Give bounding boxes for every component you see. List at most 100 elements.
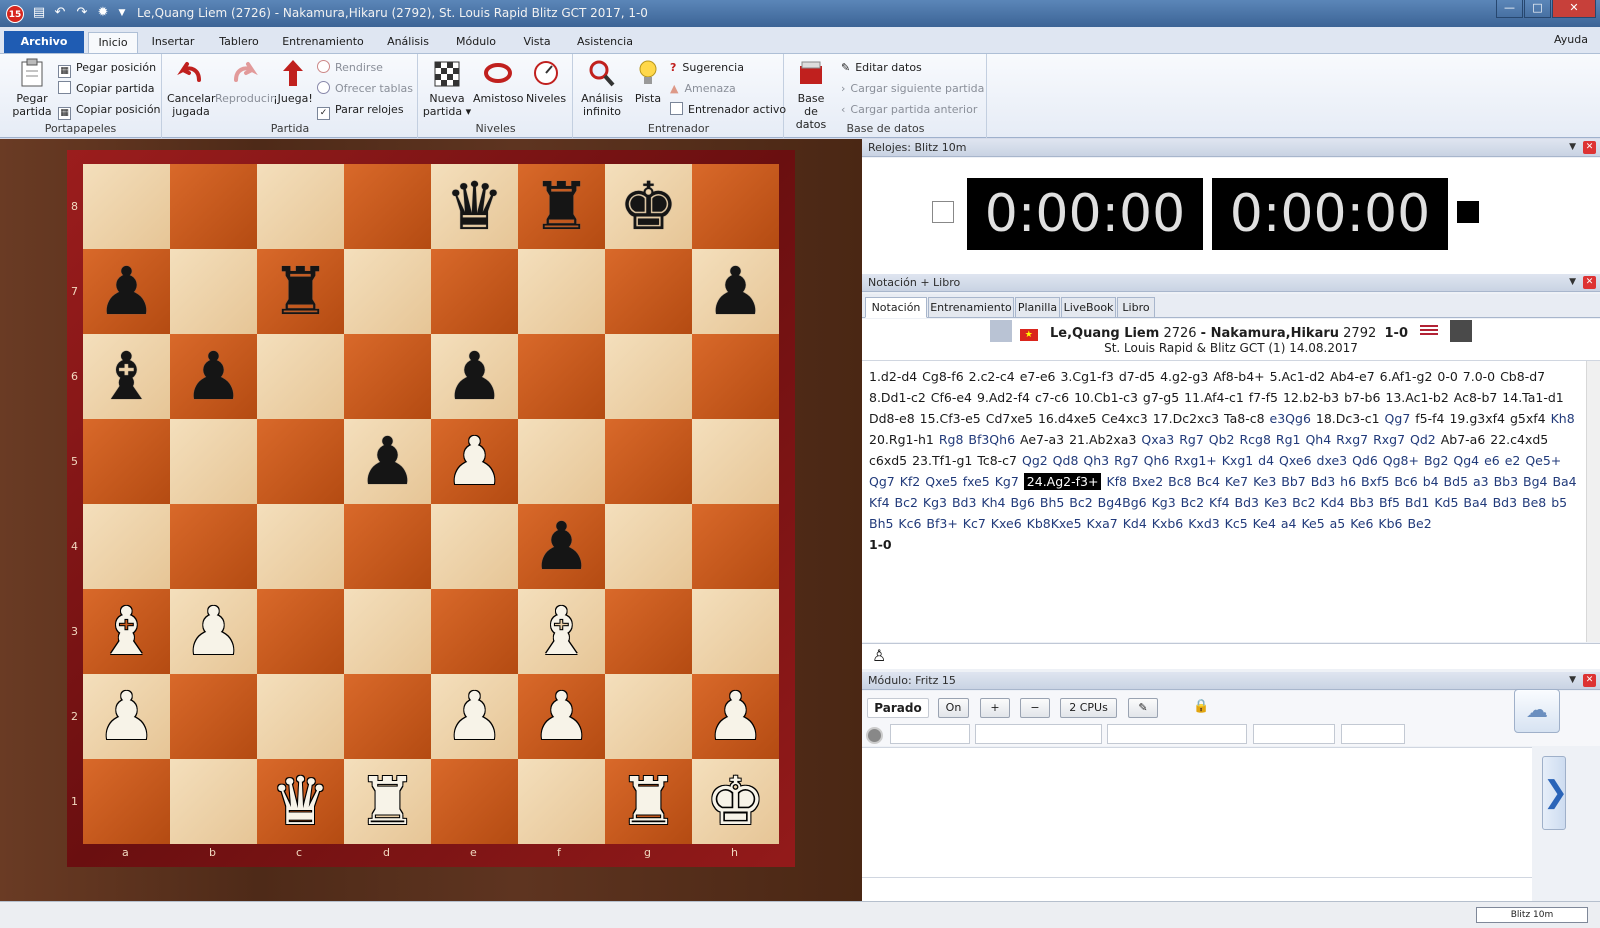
- square-e1[interactable]: [431, 759, 518, 844]
- white-rook-icon[interactable]: ♜: [344, 759, 431, 844]
- edit-data-button[interactable]: ✎ Editar datos: [841, 60, 922, 76]
- current-move[interactable]: 24.Ag2-f3+: [1023, 473, 1102, 490]
- white-pawn-icon[interactable]: ♟: [692, 674, 779, 759]
- tab-vista[interactable]: Vista: [512, 32, 562, 53]
- add-engine-button[interactable]: +: [980, 698, 1010, 718]
- notation-scrollbar[interactable]: [1586, 361, 1600, 642]
- save-icon[interactable]: ▤: [31, 4, 47, 22]
- settings-icon[interactable]: ✹: [95, 4, 111, 22]
- square-c5[interactable]: [257, 419, 344, 504]
- cloud-icon[interactable]: ☁: [1514, 689, 1560, 733]
- suggestion-button[interactable]: ? Sugerencia: [670, 60, 744, 76]
- square-h3[interactable]: [692, 589, 779, 674]
- square-g6[interactable]: [605, 334, 692, 419]
- square-g3[interactable]: [605, 589, 692, 674]
- square-e4[interactable]: [431, 504, 518, 589]
- black-bishop-icon[interactable]: ♝: [83, 334, 170, 419]
- black-pawn-icon[interactable]: ♟: [170, 334, 257, 419]
- tab-analisis[interactable]: Análisis: [378, 32, 438, 53]
- stop-clocks-checkbox[interactable]: ✓ Parar relojes: [317, 102, 404, 120]
- square-h8[interactable]: [692, 164, 779, 249]
- black-pawn-icon[interactable]: ♟: [431, 334, 518, 419]
- square-d7[interactable]: [344, 249, 431, 334]
- tab-asistencia[interactable]: Asistencia: [570, 32, 640, 53]
- square-a8[interactable]: [83, 164, 170, 249]
- hint-button[interactable]: Pista: [630, 58, 666, 105]
- black-pawn-icon[interactable]: ♟: [518, 504, 605, 589]
- tab-entrenamiento[interactable]: Entrenamiento: [276, 32, 370, 53]
- white-pawn-icon[interactable]: ♟: [83, 674, 170, 759]
- panel-menu-icon[interactable]: ▼: [1569, 141, 1576, 154]
- cancel-move-button[interactable]: Cancelar jugada: [167, 58, 216, 118]
- notation-moves[interactable]: 1.d2-d4 Cg8-f6 2.c2-c4 e7-e6 3.Cg1-f3 d7…: [862, 361, 1586, 642]
- white-bishop-icon[interactable]: ♝: [518, 589, 605, 674]
- square-c3[interactable]: [257, 589, 344, 674]
- chessboard[interactable]: ♛ ♜ ♚ 8 ♟ ♜ ♟ 7 ♝ ♟ ♟ 6 ♟ ♟ 5 ♟ 4 ♝ ♟ ♝ 3 ♟ ♟ ♟ ♟ 2 ♛ ♜ ♜ ♚ 1 a b c d e f g h: [71, 164, 779, 859]
- close-icon[interactable]: ✕: [1583, 674, 1596, 687]
- paste-position-button[interactable]: ▦ Pegar posición: [58, 60, 156, 78]
- square-g7[interactable]: [605, 249, 692, 334]
- square-d8[interactable]: [344, 164, 431, 249]
- white-bishop-icon[interactable]: ♝: [83, 589, 170, 674]
- square-c4[interactable]: [257, 504, 344, 589]
- square-e7[interactable]: [431, 249, 518, 334]
- square-a1[interactable]: [83, 759, 170, 844]
- close-window-button[interactable]: ✕: [1552, 0, 1596, 18]
- engine-edit-button[interactable]: ✎: [1128, 698, 1158, 718]
- offer-draw-button[interactable]: Ofrecer tablas: [317, 81, 413, 97]
- square-f1[interactable]: [518, 759, 605, 844]
- tab-inicio[interactable]: Inicio: [88, 32, 138, 53]
- engine-on-button[interactable]: On: [938, 698, 969, 718]
- white-pawn-icon[interactable]: ♟: [431, 419, 518, 504]
- square-g4[interactable]: [605, 504, 692, 589]
- remove-engine-button[interactable]: −: [1020, 698, 1050, 718]
- friendly-mode-button[interactable]: Amistoso: [473, 58, 524, 105]
- paste-game-button[interactable]: Pegar partida: [6, 58, 58, 118]
- square-a5[interactable]: [83, 419, 170, 504]
- square-g5[interactable]: [605, 419, 692, 504]
- tab-libro[interactable]: Libro: [1117, 297, 1155, 318]
- panel-menu-icon[interactable]: ▼: [1569, 674, 1576, 687]
- app-icon[interactable]: 15: [6, 5, 24, 23]
- quick-access-dropdown-icon[interactable]: ▼: [114, 4, 130, 22]
- square-f6[interactable]: [518, 334, 605, 419]
- square-c6[interactable]: [257, 334, 344, 419]
- undo-icon[interactable]: ↶: [52, 4, 68, 22]
- panel-menu-icon[interactable]: ▼: [1569, 276, 1576, 289]
- black-pawn-icon[interactable]: ♟: [692, 249, 779, 334]
- black-pawn-icon[interactable]: ♟: [344, 419, 431, 504]
- square-b7[interactable]: [170, 249, 257, 334]
- square-b8[interactable]: [170, 164, 257, 249]
- black-rook-icon[interactable]: ♜: [257, 249, 344, 334]
- help-link[interactable]: Ayuda: [1554, 33, 1588, 46]
- black-rook-icon[interactable]: ♜: [518, 164, 605, 249]
- white-pawn-icon[interactable]: ♟: [431, 674, 518, 759]
- levels-button[interactable]: Niveles: [523, 58, 569, 105]
- white-rook-icon[interactable]: ♜: [605, 759, 692, 844]
- resign-button[interactable]: Rendirse: [317, 60, 383, 76]
- tab-archivo[interactable]: Archivo: [4, 31, 84, 53]
- tab-entrenamiento-notation[interactable]: Entrenamiento: [928, 297, 1014, 318]
- white-queen-icon[interactable]: ♛: [257, 759, 344, 844]
- new-game-button[interactable]: Nueva partida ▾: [421, 58, 473, 118]
- tab-livebook[interactable]: LiveBook: [1061, 297, 1116, 318]
- load-next-game-button[interactable]: › Cargar siguiente partida: [841, 81, 984, 97]
- square-b5[interactable]: [170, 419, 257, 504]
- copy-position-button[interactable]: ▦ Copiar posición: [58, 102, 161, 120]
- black-king-icon[interactable]: ♚: [605, 164, 692, 249]
- active-trainer-checkbox[interactable]: Entrenador activo: [670, 102, 786, 118]
- white-pawn-icon[interactable]: ♟: [518, 674, 605, 759]
- cpus-button[interactable]: 2 CPUs: [1060, 698, 1117, 718]
- minimize-button[interactable]: —: [1496, 0, 1523, 18]
- square-h6[interactable]: [692, 334, 779, 419]
- square-b4[interactable]: [170, 504, 257, 589]
- square-d6[interactable]: [344, 334, 431, 419]
- square-a4[interactable]: [83, 504, 170, 589]
- play-button[interactable]: ¡Juega!: [273, 58, 313, 105]
- square-d4[interactable]: [344, 504, 431, 589]
- tab-tablero[interactable]: Tablero: [212, 32, 266, 53]
- tab-notacion[interactable]: Notación: [865, 297, 927, 318]
- square-b2[interactable]: [170, 674, 257, 759]
- black-pawn-icon[interactable]: ♟: [83, 249, 170, 334]
- threat-button[interactable]: ▲ Amenaza: [670, 81, 736, 97]
